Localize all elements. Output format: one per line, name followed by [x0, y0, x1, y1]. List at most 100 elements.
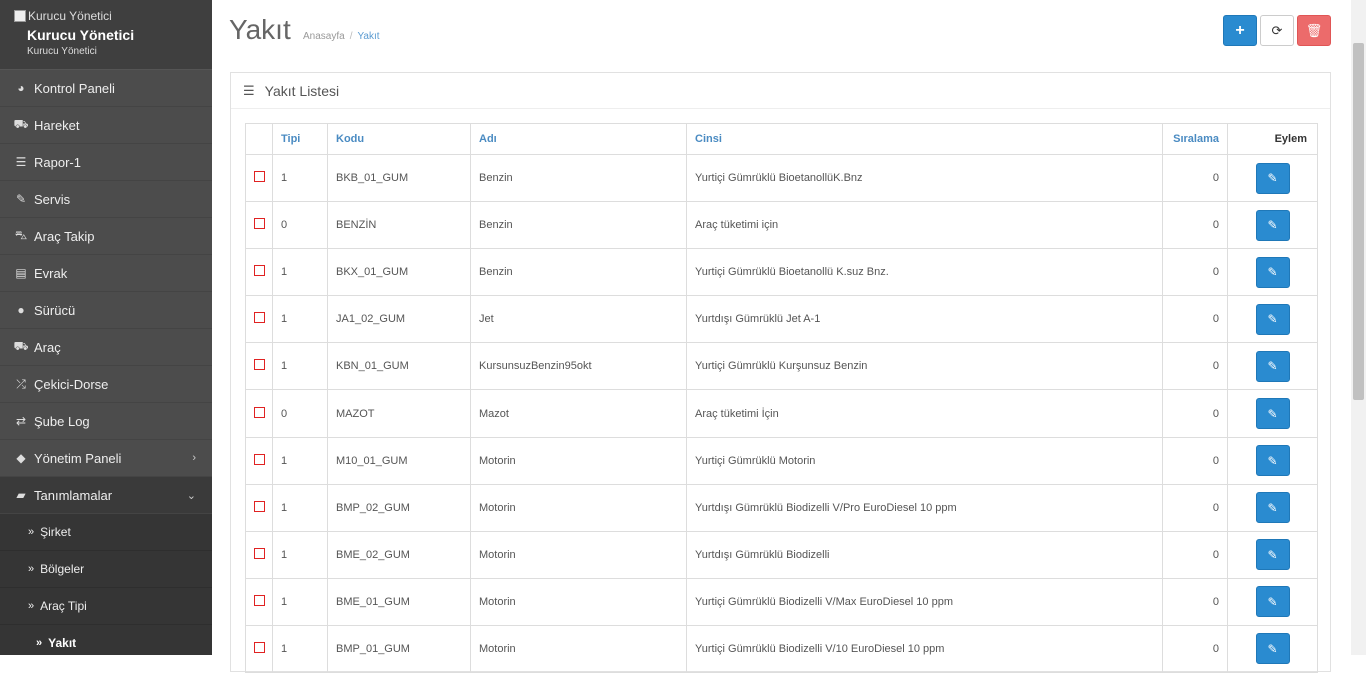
row-checkbox[interactable]	[253, 265, 265, 277]
brand-subtitle: Kurucu Yönetici	[27, 46, 97, 57]
delete-button[interactable]: 🗑	[1297, 15, 1331, 46]
dashboard-icon: ◕	[17, 81, 25, 95]
row-checkbox[interactable]	[253, 218, 265, 230]
folder-icon: ▰	[16, 488, 26, 502]
row-select-cell	[245, 436, 273, 485]
cell-adi: Motorin	[470, 436, 687, 485]
sidebar-item-10[interactable]: ◆ Yönetim Paneli ›	[0, 440, 212, 477]
cell-eylem: ✎	[1227, 201, 1318, 250]
sidebar-subitem-label: Araç Tipi	[40, 599, 87, 613]
cell-cinsi: Yurtiçi Gümrüklü Biodizelli V/Max EuroDi…	[686, 577, 1163, 626]
cell-kodu: BKB_01_GUM	[327, 153, 471, 203]
pencil-icon: ✎	[1267, 171, 1278, 186]
edit-button[interactable]: ✎	[1255, 209, 1290, 241]
row-checkbox[interactable]	[253, 641, 265, 653]
brand-logo-alt: Kurucu Yönetici	[28, 9, 112, 23]
row-select-cell	[245, 577, 273, 626]
row-checkbox[interactable]	[253, 171, 265, 183]
edit-button[interactable]: ✎	[1255, 539, 1290, 571]
brand-logo[interactable]: Kurucu Yönetici	[14, 8, 212, 24]
cell-kodu: JA1_02_GUM	[327, 295, 471, 344]
edit-button[interactable]: ✎	[1255, 586, 1290, 618]
cell-kodu: KBN_01_GUM	[327, 342, 471, 391]
sidebar-subitem-2[interactable]: » Araç Tipi	[0, 588, 212, 625]
row-checkbox[interactable]	[253, 453, 265, 465]
cell-tipi: 1	[272, 153, 328, 203]
edit-button[interactable]: ✎	[1255, 303, 1290, 335]
cell-cinsi: Yurtiçi Gümrüklü Bioetanollü K.suz Bnz.	[686, 248, 1163, 297]
row-checkbox[interactable]	[253, 406, 265, 418]
edit-button[interactable]: ✎	[1255, 256, 1290, 288]
cell-siralama: 0	[1162, 295, 1228, 344]
cell-eylem: ✎	[1227, 577, 1318, 626]
broken-image-icon	[14, 10, 26, 22]
sidebar-item-label: Kontrol Paneli	[34, 80, 115, 96]
row-checkbox[interactable]	[253, 594, 265, 606]
cell-siralama: 0	[1162, 201, 1228, 250]
sidebar-subitem-1[interactable]: » Bölgeler	[0, 551, 212, 588]
row-checkbox[interactable]	[253, 312, 265, 324]
list-icon: ☰	[15, 155, 27, 169]
page-scrollbar[interactable]	[1351, 0, 1366, 655]
edit-button[interactable]: ✎	[1255, 162, 1290, 194]
sidebar-item-2[interactable]: ☰ Rapor-1	[0, 144, 212, 181]
cell-eylem: ✎	[1227, 342, 1318, 391]
sidebar-subitem-3[interactable]: » Yakıt	[0, 625, 212, 655]
sidebar-item-label: Sürücü	[34, 302, 76, 318]
edit-button[interactable]: ✎	[1255, 445, 1290, 477]
header-kodu[interactable]: Kodu	[327, 123, 471, 155]
cell-siralama: 0	[1162, 436, 1228, 485]
breadcrumb-current[interactable]: Yakıt	[357, 31, 379, 42]
row-checkbox[interactable]	[253, 359, 265, 371]
sidebar-subitem-0[interactable]: » Şirket	[0, 514, 212, 551]
refresh-button[interactable]: ⟳	[1260, 15, 1294, 46]
header-siralama[interactable]: Sıralama	[1162, 123, 1228, 155]
sidebar-item-label: Araç	[34, 339, 61, 355]
sidebar-item-6[interactable]: ● Sürücü	[0, 292, 212, 329]
header-tipi[interactable]: Tipi	[272, 123, 328, 155]
sidebar-item-label: Evrak	[34, 265, 68, 281]
cell-eylem: ✎	[1227, 248, 1318, 297]
cell-kodu: BMP_02_GUM	[327, 483, 471, 532]
sidebar-item-4[interactable]: ⛍ Araç Takip	[0, 218, 212, 255]
edit-button[interactable]: ✎	[1255, 633, 1290, 665]
pencil-icon: ✎	[1267, 453, 1278, 468]
edit-button[interactable]: ✎	[1255, 350, 1290, 382]
edit-button[interactable]: ✎	[1255, 398, 1290, 430]
row-checkbox[interactable]	[253, 547, 265, 559]
row-select-cell	[245, 483, 273, 532]
header-eylem: Eylem	[1227, 123, 1318, 155]
cell-adi: Benzin	[470, 248, 687, 297]
sidebar-item-11[interactable]: ▰ Tanımlamalar ⌄	[0, 477, 212, 514]
cell-kodu: BME_01_GUM	[327, 577, 471, 626]
cell-tipi: 1	[272, 577, 328, 626]
table-body: 1 BKB_01_GUM Benzin Yurtiçi Gümrüklü Bioeta…	[245, 153, 1318, 673]
sidebar-item-9[interactable]: ⇄ Şube Log	[0, 403, 212, 440]
cell-siralama: 0	[1162, 153, 1228, 203]
edit-button[interactable]: ✎	[1255, 492, 1290, 524]
table-row: 0 BENZİN Benzin Araç tüketimi için 0 ✎	[245, 201, 1318, 250]
pencil-icon: ✎	[1267, 594, 1278, 609]
cell-adi: Jet	[470, 295, 687, 344]
sidebar-item-1[interactable]: ⛟ Hareket	[0, 107, 212, 144]
row-checkbox[interactable]	[253, 500, 265, 512]
cell-siralama: 0	[1162, 483, 1228, 532]
sidebar-item-0[interactable]: ◕ Kontrol Paneli	[0, 70, 212, 107]
sidebar-item-label: Araç Takip	[34, 228, 95, 244]
sidebar-item-3[interactable]: ✎ Servis	[0, 181, 212, 218]
sidebar-item-5[interactable]: ▤ Evrak	[0, 255, 212, 292]
header-adi[interactable]: Adı	[470, 123, 687, 155]
add-button[interactable]: +	[1223, 15, 1257, 46]
sidebar-item-7[interactable]: ⛟ Araç	[0, 329, 212, 366]
pencil-icon: ✎	[1267, 312, 1278, 327]
row-select-cell	[245, 201, 273, 250]
pencil-icon: ✎	[1267, 406, 1278, 421]
header-cinsi[interactable]: Cinsi	[686, 123, 1163, 155]
breadcrumb-home[interactable]: Anasayfa	[303, 31, 345, 42]
cell-tipi: 1	[272, 342, 328, 391]
cell-tipi: 0	[272, 389, 328, 438]
scrollbar-thumb[interactable]	[1353, 43, 1364, 400]
sidebar: Kurucu Yönetici Kurucu Yönetici Kurucu Y…	[0, 0, 212, 655]
fuel-list-portlet: ☰ Yakıt Listesi Tipi Kodu Adı Cinsi Sıra…	[230, 72, 1331, 673]
sidebar-item-8[interactable]: ⤮ Çekici-Dorse	[0, 366, 212, 403]
